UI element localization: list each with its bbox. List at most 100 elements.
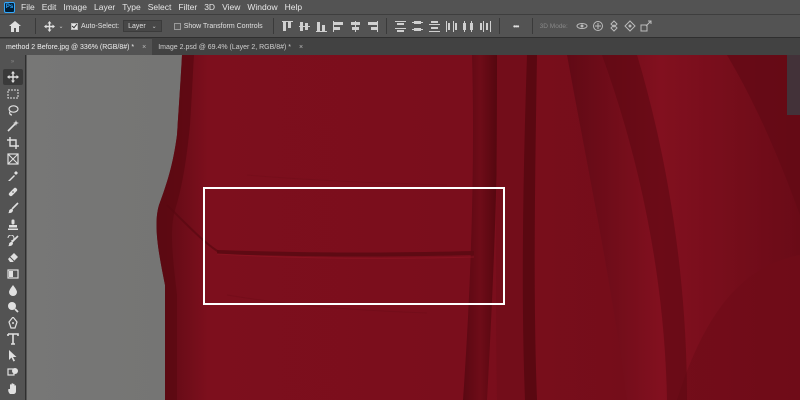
blur-tool-button[interactable] <box>3 282 23 298</box>
shape-tool-button[interactable] <box>3 364 23 380</box>
tab-method-2-before[interactable]: method 2 Before.jpg @ 336% (RGB/8#) * × <box>0 39 153 55</box>
photoshop-window: Ps File Edit Image Layer Type Select Fil… <box>0 0 800 400</box>
divider <box>272 18 274 34</box>
crop-tool-icon <box>6 136 19 149</box>
auto-select-label: Auto-Select: <box>81 22 120 30</box>
document-tab-bar: method 2 Before.jpg @ 336% (RGB/8#) * × … <box>0 38 800 55</box>
marquee-tool-button[interactable] <box>3 85 23 101</box>
healing-brush-tool-button[interactable] <box>3 184 23 200</box>
3d-scale-button[interactable] <box>638 17 654 35</box>
history-brush-tool-button[interactable] <box>3 233 23 249</box>
chevron-down-icon: ⌄ <box>58 23 64 30</box>
marquee-tool-icon <box>7 89 18 99</box>
align-left-edges-icon[interactable] <box>332 20 345 33</box>
shape-tool-icon <box>6 368 18 376</box>
menu-view[interactable]: View <box>222 2 240 12</box>
frame-tool-icon <box>6 153 19 165</box>
3d-orbit-icon <box>576 23 588 29</box>
align-top-edges-icon[interactable] <box>281 20 294 33</box>
options-bar: ⌄ Auto-Select: Layer ⌄ Show Transform Co… <box>0 14 800 38</box>
menu-filter[interactable]: Filter <box>178 2 197 12</box>
menu-image[interactable]: Image <box>63 2 87 12</box>
3d-slide-icon <box>624 20 636 32</box>
eyedropper-tool-button[interactable] <box>3 167 23 183</box>
clone-stamp-tool-button[interactable] <box>3 217 23 233</box>
history-brush-tool-icon <box>7 235 19 247</box>
menu-help[interactable]: Help <box>285 2 302 12</box>
marquee-selection[interactable] <box>203 187 505 305</box>
close-icon[interactable]: × <box>299 44 303 51</box>
menu-type[interactable]: Type <box>122 2 140 12</box>
tab-label: method 2 Before.jpg @ 336% (RGB/8#) * <box>6 43 135 51</box>
frame-tool-button[interactable] <box>3 151 23 167</box>
menu-bar: Ps File Edit Image Layer Type Select Fil… <box>0 0 800 14</box>
eyedropper-tool-icon <box>7 170 18 181</box>
hand-tool-button[interactable] <box>3 380 23 396</box>
crop-tool-button[interactable] <box>3 135 23 151</box>
checkbox-unchecked-icon <box>173 22 181 30</box>
3d-scale-icon <box>640 20 652 32</box>
menu-file[interactable]: File <box>21 2 35 12</box>
menu-edit[interactable]: Edit <box>42 2 57 12</box>
auto-select-dropdown[interactable]: Layer ⌄ <box>123 20 162 32</box>
align-horizontal-centers-icon[interactable] <box>349 20 362 33</box>
menu-select[interactable]: Select <box>148 2 172 12</box>
distribute-vertical-centers-icon[interactable] <box>411 20 424 33</box>
distribute-horizontal-centers-icon[interactable] <box>462 20 475 33</box>
panel-collapse-icon[interactable]: » <box>0 55 25 69</box>
menu-layer[interactable]: Layer <box>94 2 115 12</box>
photoshop-logo-icon[interactable]: Ps <box>4 1 15 13</box>
show-transform-controls-checkbox[interactable]: Show Transform Controls <box>162 17 263 35</box>
align-vertical-centers-icon[interactable] <box>298 20 311 33</box>
3d-slide-button[interactable] <box>622 17 638 35</box>
magic-wand-tool-button[interactable] <box>3 118 23 134</box>
move-tool-preset-button[interactable]: ⌄ <box>41 17 67 35</box>
healing-brush-tool-icon <box>8 187 17 197</box>
tools-panel: » <box>0 55 26 400</box>
menu-window[interactable]: Window <box>247 2 277 12</box>
brush-tool-icon <box>7 202 19 214</box>
more-options-button[interactable]: ••• <box>505 17 527 35</box>
brush-tool-button[interactable] <box>3 200 23 216</box>
lasso-tool-button[interactable] <box>3 102 23 118</box>
magic-wand-tool-icon <box>6 120 19 132</box>
auto-select-value: Layer <box>128 22 146 30</box>
tab-label: Image 2.psd @ 69.4% (Layer 2, RGB/8#) * <box>158 43 291 51</box>
auto-select-checkbox[interactable]: Auto-Select: <box>67 17 119 35</box>
eraser-tool-button[interactable] <box>3 249 23 265</box>
checkbox-checked-icon <box>71 22 78 30</box>
document-canvas[interactable] <box>27 55 800 400</box>
menu-3d[interactable]: 3D <box>204 2 215 12</box>
path-selection-tool-icon <box>8 349 16 362</box>
distribute-left-icon[interactable] <box>445 20 458 33</box>
distribute-right-icon[interactable] <box>479 20 492 33</box>
dodge-tool-button[interactable] <box>3 298 23 314</box>
3d-pan-button[interactable] <box>606 17 622 35</box>
distribute-bottom-icon[interactable] <box>428 20 441 33</box>
tab-image-2[interactable]: Image 2.psd @ 69.4% (Layer 2, RGB/8#) * … <box>152 39 309 55</box>
3d-orbit-button[interactable] <box>574 17 590 35</box>
home-button[interactable] <box>0 17 30 35</box>
close-icon[interactable]: × <box>142 44 146 51</box>
move-icon <box>44 20 56 32</box>
3d-roll-button[interactable] <box>590 17 606 35</box>
dodge-tool-icon <box>7 301 19 313</box>
path-selection-tool-button[interactable] <box>3 348 23 364</box>
divider <box>35 18 36 34</box>
blur-tool-icon <box>8 285 17 297</box>
gradient-tool-button[interactable] <box>3 266 23 282</box>
align-bottom-edges-icon[interactable] <box>315 20 328 33</box>
type-tool-button[interactable] <box>3 331 23 347</box>
move-tool-icon <box>6 71 19 84</box>
divider <box>498 18 500 34</box>
distribute-top-icon[interactable] <box>394 20 407 33</box>
align-right-edges-icon[interactable] <box>366 20 379 33</box>
move-tool-button[interactable] <box>2 69 23 86</box>
home-icon <box>9 20 21 32</box>
lasso-tool-icon <box>7 105 19 116</box>
show-transform-label: Show Transform Controls <box>183 22 263 30</box>
pen-tool-button[interactable] <box>3 315 23 331</box>
eraser-tool-icon <box>7 253 18 263</box>
divider <box>531 18 533 34</box>
3d-mode-label: 3D Mode: <box>539 22 568 30</box>
